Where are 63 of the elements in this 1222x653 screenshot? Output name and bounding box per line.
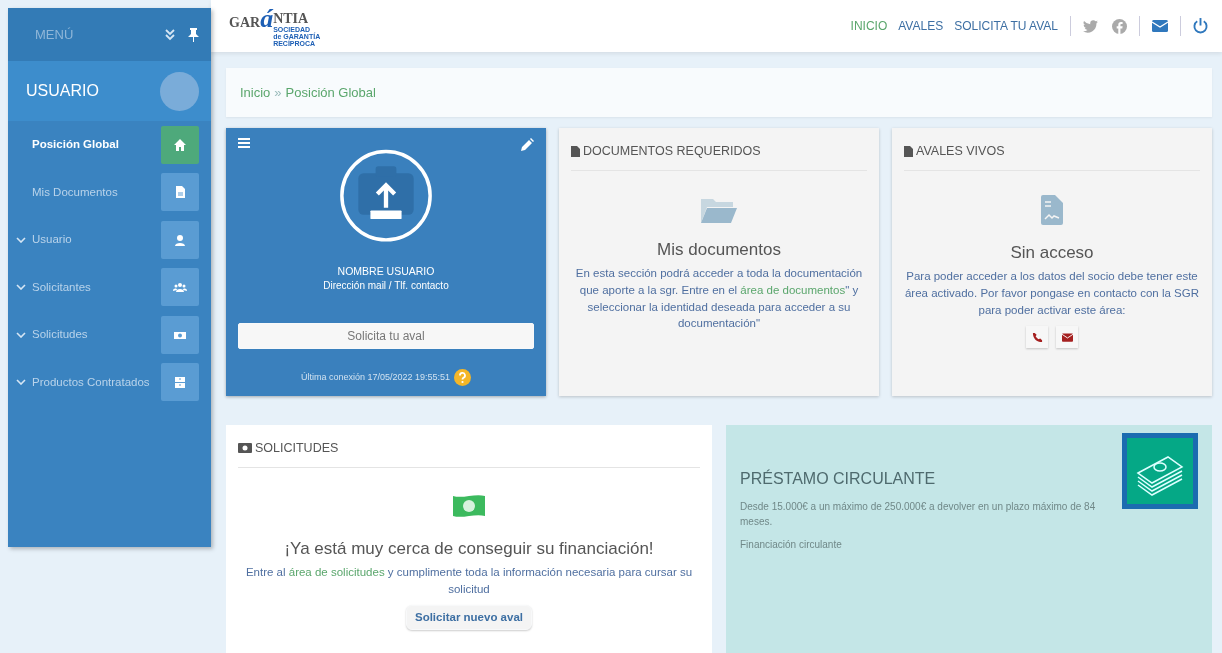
new-guarantee-button[interactable]: Solicitar nuevo aval xyxy=(406,604,532,630)
power-icon[interactable] xyxy=(1193,18,1208,34)
profile-name: NOMBRE USUARIO xyxy=(337,266,435,278)
mail-icon[interactable] xyxy=(1152,20,1168,32)
nav-link[interactable]: SOLICITA TU AVAL xyxy=(954,17,1058,35)
product-description: Desde 15.000€ a un máximo de 250.000€ a devolver en un plazo máximo de 84 meses. xyxy=(740,500,1097,529)
phone-button[interactable] xyxy=(1026,326,1048,349)
pencil-icon[interactable] xyxy=(521,138,534,151)
people-icon xyxy=(173,280,187,295)
sidebar-item[interactable]: Usuario xyxy=(8,216,211,264)
document-icon xyxy=(571,145,580,157)
card-title: Sin acceso xyxy=(1010,241,1094,264)
avatar xyxy=(160,71,199,111)
sidebar-item[interactable]: Mis Documentos xyxy=(8,168,211,216)
product-subtitle: Financiación circulante xyxy=(740,538,843,552)
request-guarantee-button[interactable]: Solicita tu aval xyxy=(238,323,534,349)
requests-link[interactable]: área de solicitudes xyxy=(288,566,385,579)
sidebar-item[interactable]: Productos Contratados xyxy=(8,358,211,406)
card-header: DOCUMENTOS REQUERIDOS xyxy=(583,143,761,160)
access-description: Para poder acceder a los datos del socio debe tener este área activado. Por favor pongase en contacto con la SGR para poder activar este área: xyxy=(904,269,1200,318)
nav-link[interactable]: INICIO xyxy=(850,17,888,35)
menu-title: MENÚ xyxy=(35,25,74,44)
facebook-icon[interactable] xyxy=(1112,18,1127,34)
chevron-icon xyxy=(16,236,26,243)
documents-description: En esta sección podrá acceder a toda la documentación que aporte a la sgr. Entre en el área de documentos" y seleccionar la identidad deseada para acceder a su documentación" xyxy=(574,266,864,332)
mail-button[interactable] xyxy=(1056,326,1078,349)
pin-icon[interactable] xyxy=(188,27,199,42)
sidebar-item[interactable]: Posición Global xyxy=(8,121,211,169)
document-icon xyxy=(173,185,187,200)
sidebar-item[interactable]: Solicitantes xyxy=(8,263,211,311)
breadcrumb-current: Posición Global xyxy=(285,83,376,102)
chevron-icon xyxy=(16,379,26,386)
requests-description: Entre al área de solicitudes y cumplimente toda la información necesaria para cursar su solicitud xyxy=(244,565,694,597)
sidebar-item[interactable]: Solicitudes xyxy=(8,311,211,359)
chevron-icon xyxy=(16,284,26,291)
banknote-icon xyxy=(452,493,486,518)
document-icon xyxy=(904,145,913,157)
drawers-icon xyxy=(173,375,187,390)
signed-document-icon xyxy=(1041,194,1063,225)
collapse-icon[interactable] xyxy=(164,28,176,41)
card-header: AVALES VIVOS xyxy=(916,143,1005,160)
breadcrumb-link[interactable]: Inicio xyxy=(240,82,271,103)
breadcrumb-separator: » xyxy=(274,83,282,102)
card-title: Mis documentos xyxy=(657,238,781,261)
documents-link[interactable]: área de documentos xyxy=(740,283,846,296)
bird-icon[interactable] xyxy=(1083,19,1098,33)
card-title: ¡Ya está muy cerca de conseguir su financiación! xyxy=(284,537,654,560)
help-icon[interactable] xyxy=(454,369,472,386)
menu-icon[interactable] xyxy=(238,138,250,148)
folder-icon xyxy=(701,196,737,224)
user-name: USUARIO xyxy=(26,81,99,101)
phone-icon xyxy=(1031,331,1043,343)
person-icon xyxy=(173,232,187,247)
nav-link[interactable]: AVALES xyxy=(898,17,944,35)
money-stack-icon xyxy=(1122,433,1198,509)
profile-contact: Dirección mail / Tlf. contacto xyxy=(323,279,449,293)
product-title: PRÉSTAMO CIRCULANTE xyxy=(740,468,937,489)
card-header: SOLICITUDES xyxy=(255,440,339,457)
house-icon xyxy=(173,137,187,152)
envelope-icon xyxy=(1061,332,1073,342)
banknote-icon xyxy=(238,443,252,454)
last-login: Última conexión 17/05/2022 19:55:51 xyxy=(300,370,451,384)
chevron-icon xyxy=(16,331,26,338)
